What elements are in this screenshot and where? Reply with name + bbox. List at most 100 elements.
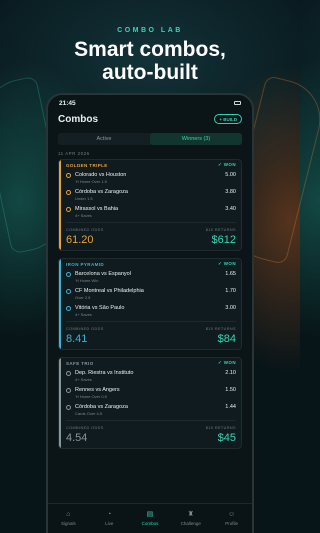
nav-label: Signals: [61, 521, 76, 526]
leg-status-icon: [66, 405, 71, 410]
date-header: 11 APR 2026: [58, 151, 90, 156]
leg-status-icon: [66, 306, 71, 311]
nav-item-profile[interactable]: ☺ Profile: [211, 511, 252, 526]
nav-item-combos[interactable]: ▤ Combos: [130, 511, 171, 526]
card-accent-bar: [59, 358, 61, 448]
card-footer: COMBINED ODDS 8.41 $10 RETURNS $84: [66, 321, 236, 349]
tab-active[interactable]: Active: [58, 133, 150, 145]
leg-odds: 1.65: [225, 271, 236, 277]
live-icon: ◔: [107, 511, 112, 518]
combo-card[interactable]: IRON PYRAMID ✓ WON Barcelona vs Espanyol…: [58, 258, 242, 350]
hero-headline-line-1: Smart combos,: [74, 38, 226, 61]
page-title: Combos: [58, 113, 98, 125]
combo-leg: Córdoba vs Zaragoza Cards Over 4.5 1.44: [66, 403, 236, 420]
combo-leg: Colorado vs Houston 'H Home Over 1.5 5.0…: [66, 171, 236, 188]
leg-odds: 2.10: [225, 370, 236, 376]
combo-card[interactable]: SAFE TRIO ✓ WON Dep. Riestra vs Institut…: [58, 357, 242, 449]
combo-leg: Córdoba vs Zaragoza Under 1.5 3.80: [66, 188, 236, 205]
build-button[interactable]: + BUILD: [214, 114, 242, 124]
tab-winners[interactable]: Winners (3): [150, 133, 242, 145]
status-bar: 21:45: [48, 95, 252, 111]
leg-market: 'H Home Over 1.5: [75, 179, 107, 184]
combo-card[interactable]: GOLDEN TRIPLE ✓ WON Colorado vs Houston …: [58, 159, 242, 251]
leg-match: Dep. Riestra vs Instituto: [75, 370, 134, 376]
leg-match: Córdoba vs Zaragoza: [75, 189, 128, 195]
returns-label: $10 RETURNS: [205, 426, 236, 430]
nav-label: Challenge: [180, 521, 201, 526]
leg-odds: 3.00: [225, 305, 236, 311]
nav-item-live[interactable]: ◔ Live: [89, 511, 130, 526]
leg-status-icon: [66, 190, 71, 195]
nav-label: Profile: [225, 521, 238, 526]
combined-odds-value: 8.41: [66, 333, 88, 345]
combo-leg: Barcelona vs Espanyol 'H Home Win 1.65: [66, 270, 236, 287]
returns-label: $10 RETURNS: [205, 228, 236, 232]
combined-odds-label: COMBINED ODDS: [66, 228, 104, 232]
combined-odds-value: 4.54: [66, 432, 88, 444]
nav-label: Live: [105, 521, 114, 526]
combo-name: SAFE TRIO: [66, 360, 94, 366]
battery-icon: [234, 101, 241, 105]
leg-market: Under 1.5: [75, 196, 93, 201]
status-time: 21:45: [59, 99, 76, 107]
challenge-icon: ♜: [187, 511, 194, 518]
top-bar: Combos + BUILD: [48, 111, 252, 127]
hero-eyebrow: COMBO LAB: [117, 27, 183, 34]
card-footer: COMBINED ODDS 4.54 $10 RETURNS $45: [66, 420, 236, 448]
nav-item-challenge[interactable]: ♜ Challenge: [170, 511, 211, 526]
leg-odds: 3.80: [225, 189, 236, 195]
combo-name: IRON PYRAMID: [66, 261, 105, 267]
combo-legs: Barcelona vs Espanyol 'H Home Win 1.65 C…: [59, 269, 241, 321]
combo-leg: CF Montreal vs Philadelphia Over 2.5 1.7…: [66, 287, 236, 304]
combo-leg: Dep. Riestra vs Instituto 4+ Saves 2.10: [66, 369, 236, 386]
nav-item-signals[interactable]: ⌂ Signals: [48, 511, 89, 526]
leg-market: 'H Home Over 0.5: [75, 394, 107, 399]
combos-icon: ▤: [146, 511, 154, 518]
card-accent-bar: [59, 259, 61, 349]
leg-match: CF Montreal vs Philadelphia: [75, 288, 144, 294]
combo-leg: Mirassol vs Bahia 4+ Saves 3.40: [66, 205, 236, 222]
leg-odds: 5.00: [225, 172, 236, 178]
leg-match: Rennes vs Angers: [75, 387, 120, 393]
leg-odds: 1.70: [225, 288, 236, 294]
leg-market: Cards Over 4.5: [75, 411, 103, 416]
combo-leg: Vitória vs São Paulo 4+ Saves 3.00: [66, 304, 236, 321]
leg-status-icon: [66, 371, 71, 376]
hero-headline: Smart combos, auto-built: [0, 38, 300, 84]
combo-name: GOLDEN TRIPLE: [66, 162, 108, 168]
leg-market: Over 2.5: [75, 295, 91, 300]
leg-odds: 3.40: [225, 206, 236, 212]
leg-match: Córdoba vs Zaragoza: [75, 404, 128, 410]
returns-value: $84: [217, 333, 236, 345]
signals-icon: ⌂: [66, 511, 71, 518]
leg-market: 4+ Saves: [75, 377, 92, 382]
won-badge: ✓ WON: [217, 261, 236, 266]
hero-header: COMBO LAB Smart combos, auto-built: [0, 0, 300, 90]
leg-match: Mirassol vs Bahia: [75, 206, 119, 212]
won-badge: ✓ WON: [217, 162, 236, 167]
leg-status-icon: [66, 289, 71, 294]
card-footer: COMBINED ODDS 61.20 $10 RETURNS $612: [66, 222, 236, 250]
combined-odds-label: COMBINED ODDS: [66, 426, 104, 430]
leg-market: 4+ Saves: [75, 213, 92, 218]
nav-label: Combos: [141, 521, 159, 526]
leg-market: 'H Home Win: [75, 278, 99, 283]
card-header: GOLDEN TRIPLE ✓ WON: [59, 160, 241, 170]
leg-odds: 1.50: [225, 387, 236, 393]
leg-odds: 1.44: [225, 404, 236, 410]
leg-market: 4+ Saves: [75, 312, 92, 317]
returns-value: $45: [217, 432, 236, 444]
combined-odds-label: COMBINED ODDS: [66, 327, 104, 331]
card-accent-bar: [59, 160, 61, 250]
leg-match: Barcelona vs Espanyol: [75, 271, 131, 277]
segmented-tabs: Active Winners (3): [58, 133, 242, 145]
leg-match: Colorado vs Houston: [75, 172, 127, 178]
returns-label: $10 RETURNS: [205, 327, 236, 331]
leg-match: Vitória vs São Paulo: [75, 305, 125, 311]
bottom-nav: ⌂ Signals ◔ Live ▤ Combos ♜ Challenge ☺ Prof…: [48, 503, 252, 533]
combined-odds-value: 61.20: [66, 234, 94, 246]
combo-legs: Dep. Riestra vs Instituto 4+ Saves 2.10 …: [59, 368, 241, 420]
card-header: IRON PYRAMID ✓ WON: [59, 259, 241, 269]
combo-leg: Rennes vs Angers 'H Home Over 0.5 1.50: [66, 386, 236, 403]
returns-value: $612: [211, 234, 236, 246]
